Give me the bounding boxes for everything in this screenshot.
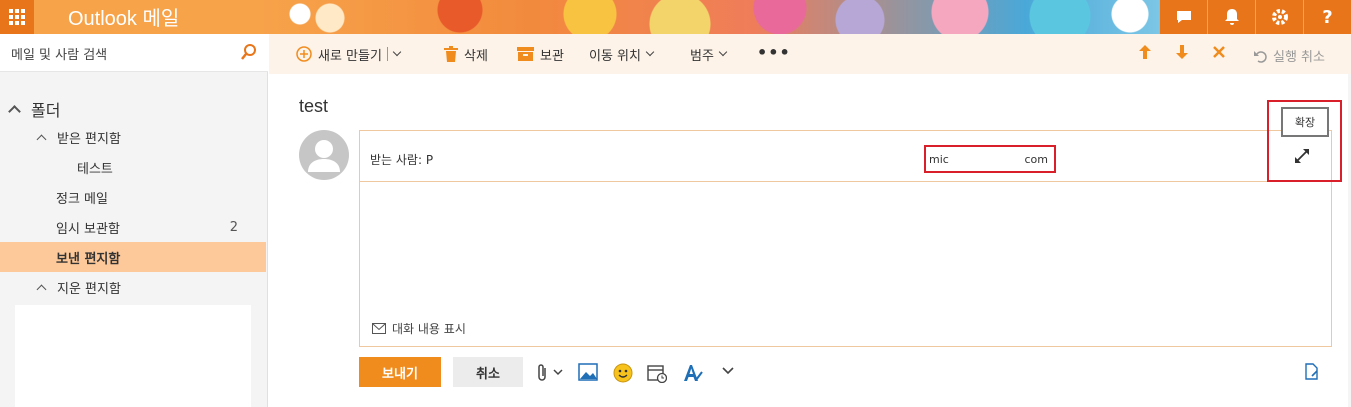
previous-item-button[interactable] xyxy=(1138,44,1152,65)
app-header: Outlook 메일 ? xyxy=(0,0,1351,34)
message-subject: test xyxy=(299,96,329,116)
new-button[interactable]: 새로 만들기 xyxy=(296,45,402,64)
attach-icon[interactable] xyxy=(535,363,549,383)
envelope-icon xyxy=(372,323,386,334)
category-button[interactable]: 범주 xyxy=(690,45,728,64)
folder-label: 지운 편지함 xyxy=(57,281,121,297)
avatar xyxy=(299,130,349,180)
arrow-down-icon xyxy=(1176,45,1188,59)
divider xyxy=(386,47,388,61)
arrow-up-icon xyxy=(1139,45,1151,59)
settings-button[interactable] xyxy=(1255,0,1303,34)
folder-label: 테스트 xyxy=(77,161,113,177)
undo-icon xyxy=(1254,50,1267,63)
recipients-row[interactable]: 받는 사람: P mic com xyxy=(360,131,1331,182)
trash-icon xyxy=(444,46,458,62)
cancel-button[interactable]: 취소 xyxy=(453,357,523,387)
folder-label: 정크 메일 xyxy=(56,191,108,207)
notifications-button[interactable] xyxy=(1207,0,1255,34)
close-item-button[interactable] xyxy=(1212,44,1226,65)
archive-button-label: 보관 xyxy=(540,48,564,64)
address-start: mic xyxy=(929,153,949,166)
undo-label: 실행 취소 xyxy=(1273,50,1325,65)
help-icon: ? xyxy=(1322,6,1333,28)
folder-label: 보낸 편지함 xyxy=(56,251,121,267)
unread-count: 2 xyxy=(229,219,238,235)
collapse-chevron-icon xyxy=(36,134,47,144)
recipient-address: mic com xyxy=(924,145,1056,173)
folder-item-test[interactable]: 테스트 xyxy=(0,152,266,182)
pop-out-icon[interactable] xyxy=(1304,363,1320,381)
chat-icon xyxy=(1176,11,1191,23)
header-banner xyxy=(260,0,1160,34)
undo-button[interactable]: 실행 취소 xyxy=(1253,46,1325,65)
bell-icon xyxy=(1224,9,1239,25)
subfolder-panel xyxy=(15,305,251,407)
person-icon xyxy=(308,140,340,172)
collapse-chevron-icon xyxy=(8,104,21,118)
folder-item-drafts[interactable]: 임시 보관함 2 xyxy=(0,212,266,242)
chevron-down-icon[interactable] xyxy=(721,366,735,376)
new-button-label: 새로 만들기 xyxy=(318,48,382,64)
show-conversation-label: 대화 내용 표시 xyxy=(392,322,466,336)
format-text-icon[interactable] xyxy=(682,363,704,383)
help-button[interactable]: ? xyxy=(1303,0,1351,34)
folders-header[interactable]: 폴더 xyxy=(8,97,61,121)
chevron-down-icon xyxy=(645,47,655,57)
search-icon[interactable] xyxy=(240,43,258,61)
address-end: com xyxy=(1024,153,1049,166)
expand-tooltip: 확장 xyxy=(1281,107,1329,137)
search-input[interactable]: 메일 및 사람 검색 xyxy=(11,44,107,63)
app-title[interactable]: Outlook 메일 xyxy=(68,2,179,31)
folder-label: 임시 보관함 xyxy=(56,221,120,237)
compose-box[interactable]: 받는 사람: P mic com 대화 내용 표시 xyxy=(359,130,1332,347)
app-launcher-button[interactable] xyxy=(0,0,34,34)
move-to-label: 이동 위치 xyxy=(589,48,641,64)
close-icon xyxy=(1213,46,1225,58)
chevron-down-icon[interactable] xyxy=(392,47,402,57)
show-conversation-link[interactable]: 대화 내용 표시 xyxy=(372,320,466,337)
to-field[interactable]: 받는 사람: P xyxy=(370,151,433,168)
folder-item-inbox[interactable]: 받은 편지함 xyxy=(0,122,266,152)
calendar-icon[interactable] xyxy=(647,363,667,383)
chat-button[interactable] xyxy=(1159,0,1207,34)
search-box[interactable]: 메일 및 사람 검색 xyxy=(0,34,268,72)
image-icon[interactable] xyxy=(578,363,598,381)
folders-header-label: 폴더 xyxy=(31,101,61,120)
delete-button-label: 삭제 xyxy=(464,48,488,64)
waffle-icon xyxy=(9,9,25,25)
chevron-down-icon xyxy=(718,47,728,57)
delete-button[interactable]: 삭제 xyxy=(444,45,488,64)
reading-pane: test 받는 사람: P mic com 대화 내용 표시 보내기 취소 xyxy=(269,74,1351,407)
folder-item-sent[interactable]: 보낸 편지함 xyxy=(0,242,266,272)
more-actions-button[interactable]: ••• xyxy=(757,43,791,62)
category-label: 범주 xyxy=(690,48,714,64)
send-button[interactable]: 보내기 xyxy=(359,357,441,387)
collapse-chevron-icon xyxy=(36,284,47,294)
archive-button[interactable]: 보관 xyxy=(517,45,564,64)
folder-item-deleted[interactable]: 지운 편지함 xyxy=(0,272,266,302)
folder-pane: 메일 및 사람 검색 폴더 받은 편지함 테스트 정크 메일 임시 보관함 2 … xyxy=(0,34,268,407)
emoji-icon[interactable] xyxy=(613,363,633,383)
command-bar: 새로 만들기 삭제 보관 이동 위치 범주 ••• 실행 취소 xyxy=(269,34,1351,74)
chevron-down-icon[interactable] xyxy=(553,369,563,377)
folder-label: 받은 편지함 xyxy=(57,131,121,147)
folder-item-junk[interactable]: 정크 메일 xyxy=(0,182,266,212)
next-item-button[interactable] xyxy=(1175,44,1189,65)
gear-icon xyxy=(1271,9,1288,25)
move-to-button[interactable]: 이동 위치 xyxy=(589,45,655,64)
plus-circle-icon xyxy=(296,46,312,62)
archive-icon xyxy=(517,47,534,61)
